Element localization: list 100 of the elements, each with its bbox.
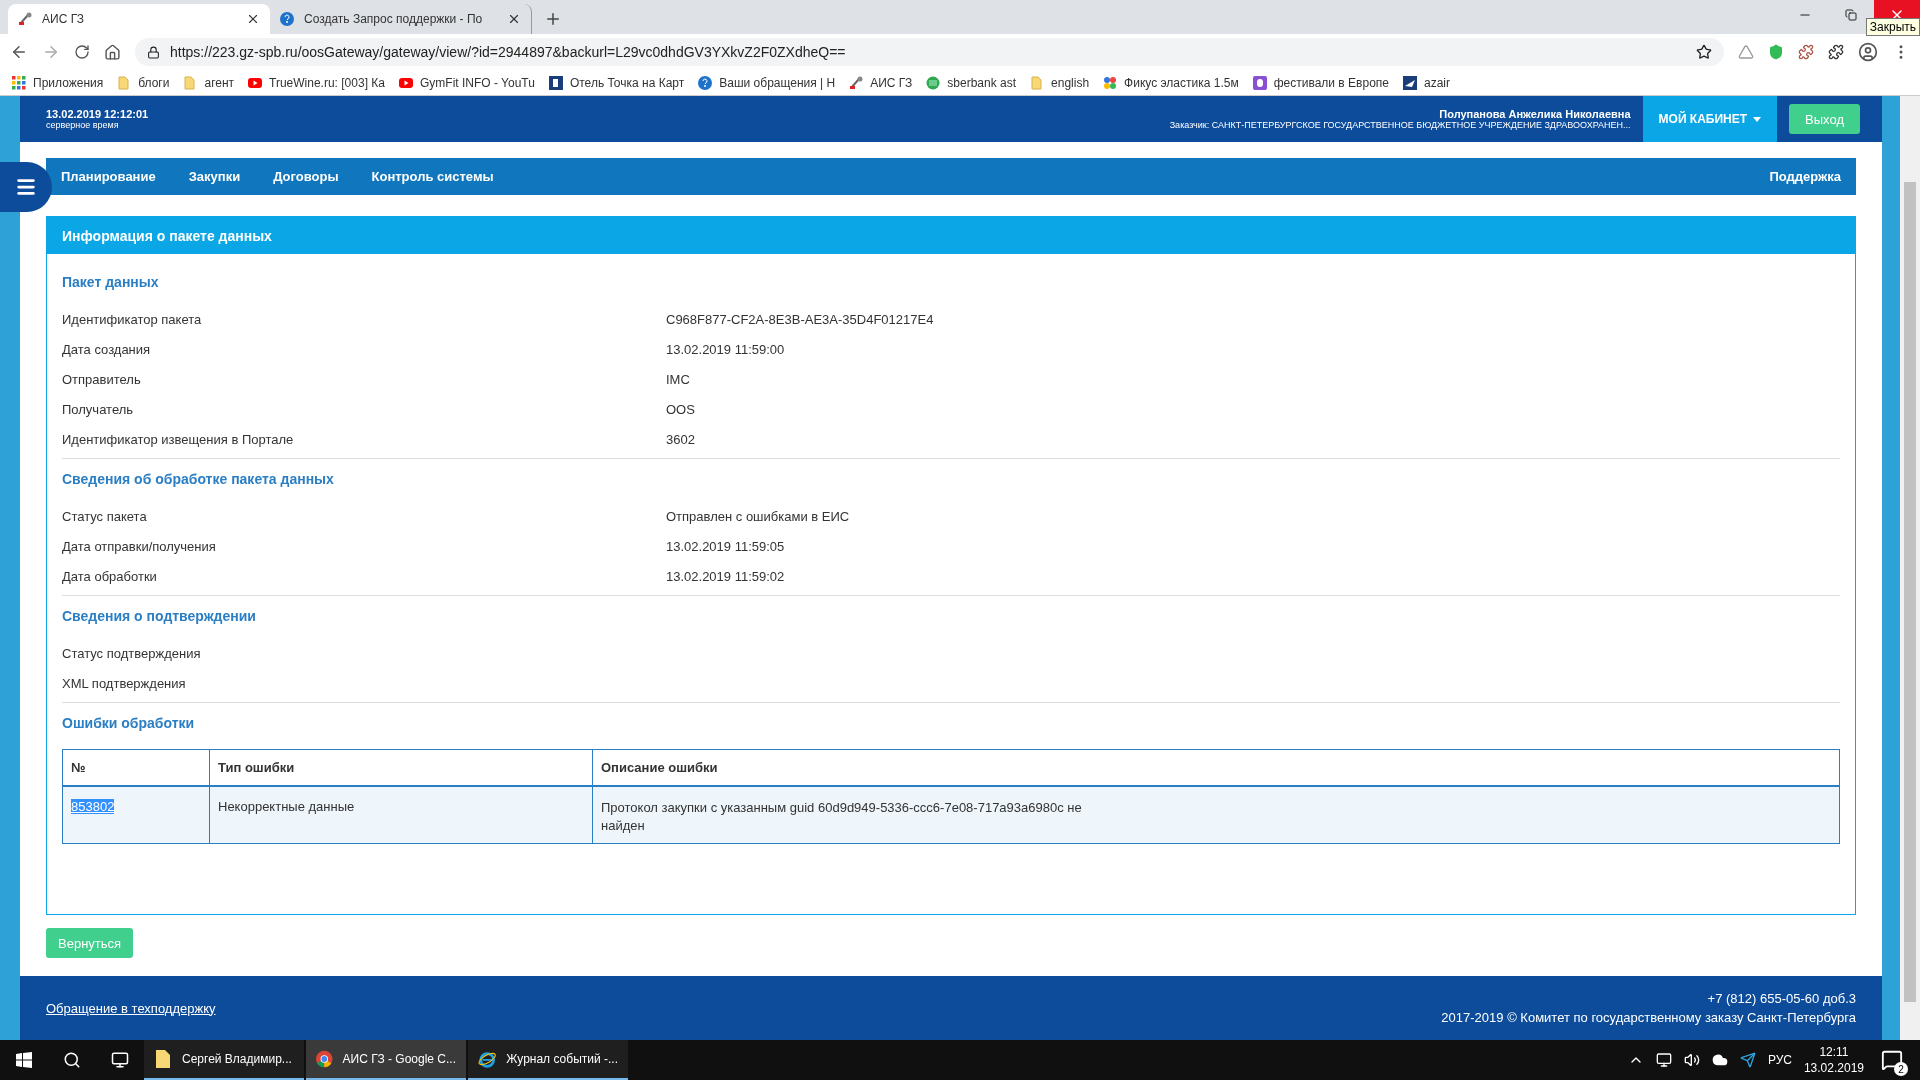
language-indicator[interactable]: РУС <box>1767 1053 1792 1067</box>
star-icon[interactable] <box>1696 44 1712 60</box>
bookmark[interactable]: Приложения <box>12 75 104 90</box>
field-label: Статус пакета <box>62 508 148 524</box>
bookmark[interactable]: Отель Точка на Карт <box>548 75 685 90</box>
section-title: Ошибки обработки <box>62 714 196 733</box>
copyright: 2017-2019 © Комитет по государственному заказу Санкт-Петербурга <box>1441 1010 1856 1025</box>
customer-name: Заказчик: САНКТ-ПЕТЕРБУРГСКОЕ ГОСУДАРСТВЕННОЕ БЮДЖЕТНОЕ УЧРЕЖДЕНИЕ ЗДРАВООХРАНЕН... <box>1169 120 1631 130</box>
lock-icon <box>147 45 160 59</box>
profile-icon[interactable] <box>1858 42 1878 62</box>
plane-icon <box>1403 75 1417 90</box>
field-value: Отправлен с ошибками в ЕИС <box>666 508 851 524</box>
field-label: Получатель <box>62 401 135 417</box>
taskbar-item[interactable]: Сергей Владимир... <box>144 1040 304 1080</box>
field-value: IMC <box>666 371 691 387</box>
cloud-icon[interactable] <box>1711 1052 1728 1068</box>
section-title: Сведения об обработке пакета данных <box>62 470 335 489</box>
notifications-icon <box>1881 1049 1903 1071</box>
bookmark[interactable]: АИС ГЗ <box>849 75 913 90</box>
windows-icon <box>16 1052 32 1068</box>
search-icon <box>63 1051 81 1069</box>
menu-button[interactable] <box>0 162 52 212</box>
field-value: 13.02.2019 11:59:05 <box>666 538 786 554</box>
field-label: Статус подтверждения <box>62 645 202 661</box>
bookmark[interactable]: TrueWine.ru: [003] Ка <box>248 75 385 90</box>
telegram-icon[interactable] <box>1739 1052 1756 1068</box>
home-icon[interactable] <box>104 43 121 61</box>
column-header: Описание ошибки <box>592 749 1840 786</box>
bookmark[interactable]: Ваши обращения | Н <box>698 75 836 90</box>
time-caption: серверное время <box>46 120 120 130</box>
extension-icon[interactable] <box>1828 44 1844 60</box>
network-icon[interactable] <box>1655 1052 1672 1068</box>
shield-icon[interactable] <box>1768 44 1784 60</box>
error-type: Некорректные данные <box>218 798 355 814</box>
user-name: Полупанова Анжелика Николаевна <box>1439 108 1631 120</box>
close-icon[interactable] <box>507 12 521 26</box>
bookmark[interactable]: блоги <box>117 75 170 90</box>
reload-icon[interactable] <box>74 44 90 60</box>
folder-icon <box>154 1049 172 1069</box>
field-value: 3602 <box>666 431 696 447</box>
field-label: XML подтверждения <box>62 675 187 691</box>
tools-icon <box>849 75 864 90</box>
apps-icon <box>12 75 26 90</box>
play-icon <box>248 75 263 90</box>
address-bar[interactable]: https://223.gz-spb.ru/oosGateway/gateway/view/?id=2944897&backurl=L29vc0dhdGV3YXkvZ2F0ZXdheQ== <box>135 38 1724 66</box>
field-label: Идентификатор пакета <box>62 311 203 327</box>
task-view-icon <box>111 1051 129 1069</box>
field-label: Отправитель <box>62 371 142 387</box>
error-description: Протокол закупки с указанным guid 60d9d949-5336-ccc6-7e08-717a93a6980c не найден <box>601 798 1083 835</box>
help-icon <box>698 75 713 90</box>
field-label: Дата отправки/получения <box>62 538 217 554</box>
nav-link[interactable]: Договоры <box>273 169 339 184</box>
nav-link[interactable]: Контроль системы <box>371 169 494 184</box>
dots-icon <box>1103 75 1118 90</box>
taskbar-item[interactable]: АИС ГЗ - Google C... <box>306 1040 466 1080</box>
back-icon[interactable] <box>10 43 28 61</box>
bookmark-icon <box>1252 75 1267 90</box>
bookmark[interactable]: sberbank ast <box>926 75 1017 90</box>
phone-number: +7 (812) 655-05-60 доб.3 <box>1707 991 1856 1006</box>
folder-icon <box>117 75 132 90</box>
section-title: Сведения о подтверждении <box>62 607 257 626</box>
close-icon[interactable] <box>246 12 260 26</box>
tools-icon <box>18 12 32 26</box>
column-header: № <box>62 749 210 786</box>
browser-tab[interactable]: АИС ГЗ <box>8 4 270 34</box>
field-label: Идентификатор извещения в Портале <box>62 431 295 447</box>
field-value: OOS <box>666 401 696 417</box>
bookmark[interactable]: Фикус эластика 1.5м <box>1103 75 1239 90</box>
field-value: C968F877-CF2A-8E3B-AE3A-35D4F01217E4 <box>666 311 935 327</box>
folder-icon <box>1030 75 1045 90</box>
section-title: Пакет данных <box>62 273 160 292</box>
new-tab-icon[interactable] <box>544 10 562 28</box>
bookmark[interactable]: GymFit INFO - YouTu <box>399 75 535 90</box>
support-link[interactable]: Поддержка <box>1769 169 1841 184</box>
bookmark[interactable]: фестивали в Европе <box>1252 75 1389 90</box>
help-icon <box>280 12 294 26</box>
notifications-button[interactable]: 2 <box>1876 1044 1908 1076</box>
field-value: 13.02.2019 11:59:02 <box>666 568 786 584</box>
field-label: Дата создания <box>62 341 152 357</box>
play-icon <box>399 75 413 90</box>
clock[interactable]: 12:11 13.02.2019 <box>1803 1045 1864 1075</box>
bookmark-icon <box>548 75 563 90</box>
taskbar-item[interactable]: Журнал событий -... <box>468 1040 628 1080</box>
tooltip: Закрыть <box>1865 18 1920 36</box>
caret-icon <box>1753 116 1762 122</box>
folder-icon <box>183 75 198 90</box>
bookmark[interactable]: english <box>1030 75 1090 90</box>
server-time: 13.02.2019 12:12:01 <box>46 108 150 120</box>
bookmark[interactable]: агент <box>183 75 235 90</box>
panel-title: Информация о пакете данных <box>47 217 1855 254</box>
bookmark[interactable]: azair <box>1403 75 1450 90</box>
nav-link[interactable]: Закупки <box>188 169 241 184</box>
nav-link[interactable]: Планирование <box>61 169 156 184</box>
chrome-icon <box>316 1049 333 1069</box>
restore-icon <box>1845 9 1857 21</box>
column-header: Тип ошибки <box>209 749 593 786</box>
support-request-link[interactable]: Обращение в техподдержку <box>46 1000 216 1016</box>
volume-icon[interactable] <box>1683 1052 1700 1068</box>
field-value: 13.02.2019 11:59:00 <box>666 341 786 357</box>
menu-icon <box>15 176 37 198</box>
